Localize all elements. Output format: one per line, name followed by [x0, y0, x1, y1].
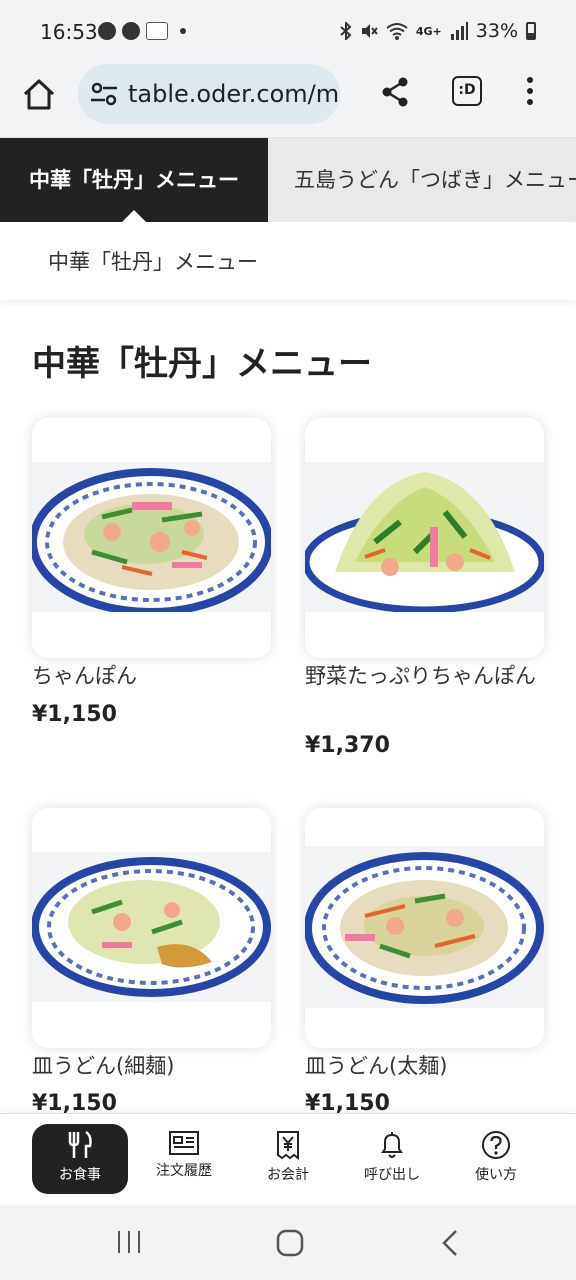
bell-icon	[381, 1132, 403, 1158]
battery-icon	[526, 22, 536, 40]
dish-photo	[305, 462, 544, 612]
system-icons: 4G+ 33%	[340, 20, 536, 42]
nav-checkout[interactable]: お会計	[240, 1124, 336, 1194]
section-title: 中華「牡丹」メニュー	[32, 344, 372, 384]
menu-item-card[interactable]	[305, 808, 544, 1048]
line-app-icon	[122, 22, 140, 40]
dish-photo	[305, 846, 544, 1008]
wifi-icon	[386, 23, 408, 40]
subcategory-bar: 中華「牡丹」メニュー	[0, 222, 576, 300]
nav-label: お会計	[267, 1167, 309, 1183]
nav-order-history[interactable]: 注文履歴	[136, 1124, 232, 1194]
home-icon[interactable]	[22, 78, 56, 112]
play-icon	[98, 22, 116, 40]
status-bar: 16:53 4G+ 33%	[0, 0, 576, 64]
network-type: 4G+	[415, 24, 442, 38]
menu-item-card[interactable]	[32, 808, 271, 1048]
docomo-icon	[146, 22, 168, 40]
yen-bill-icon	[277, 1131, 299, 1160]
notification-icons	[98, 22, 186, 40]
url-text: table.oder.com/m	[128, 80, 340, 108]
fork-knife-icon	[68, 1130, 92, 1158]
mute-icon	[361, 24, 378, 38]
menu-item-name[interactable]: 野菜たっぷりちゃんぽん	[305, 660, 545, 692]
menu-item-card[interactable]	[32, 418, 271, 658]
category-tabs: 中華「牡丹」メニュー 五島うどん「つばき」メニュー	[0, 138, 576, 222]
share-icon[interactable]	[380, 76, 410, 108]
menu-item-price: ¥1,150	[32, 702, 117, 727]
menu-item-name[interactable]: 皿うどん(細麺)	[32, 1050, 272, 1082]
nav-how-to-use[interactable]: 使い方	[448, 1124, 544, 1194]
tab-tsubaki-menu[interactable]: 五島うどん「つばき」メニュー	[294, 138, 576, 222]
nav-call-staff[interactable]: 呼び出し	[344, 1124, 440, 1194]
nav-label: 呼び出し	[364, 1167, 420, 1183]
url-field[interactable]: table.oder.com/m	[78, 64, 340, 124]
status-time: 16:53	[40, 20, 98, 44]
menu-item-price: ¥1,370	[305, 733, 390, 758]
system-navigation-bar	[0, 1205, 576, 1280]
nav-label: 使い方	[475, 1167, 517, 1183]
receipt-list-icon	[169, 1131, 199, 1155]
dish-photo	[32, 462, 271, 612]
help-icon	[482, 1131, 510, 1159]
signal-icon	[450, 22, 468, 40]
tab-switcher-button[interactable]: :D	[452, 76, 482, 106]
tab-botan-menu[interactable]: 中華「牡丹」メニュー	[0, 138, 268, 222]
back-icon[interactable]	[440, 1229, 460, 1257]
menu-item-name[interactable]: ちゃんぽん	[32, 660, 272, 692]
bottom-navigation: お食事 注文履歴 お会計 呼び出し 使い方	[0, 1113, 576, 1205]
menu-item-name[interactable]: 皿うどん(太麺)	[305, 1050, 545, 1082]
more-notifications-icon	[180, 28, 186, 34]
more-menu-icon[interactable]	[520, 74, 540, 108]
site-settings-icon[interactable]	[90, 81, 118, 107]
nav-label: お食事	[59, 1167, 101, 1183]
browser-toolbar: table.oder.com/m :D	[0, 64, 576, 138]
subcategory-item[interactable]: 中華「牡丹」メニュー	[48, 246, 258, 276]
recent-apps-icon[interactable]	[116, 1229, 142, 1255]
dish-photo	[32, 852, 271, 1002]
bluetooth-icon	[340, 22, 352, 40]
home-button-icon[interactable]	[276, 1229, 304, 1257]
nav-label: 注文履歴	[156, 1163, 212, 1179]
menu-item-card[interactable]	[305, 418, 544, 658]
nav-meal[interactable]: お食事	[32, 1124, 128, 1194]
battery-percent: 33%	[475, 20, 518, 42]
